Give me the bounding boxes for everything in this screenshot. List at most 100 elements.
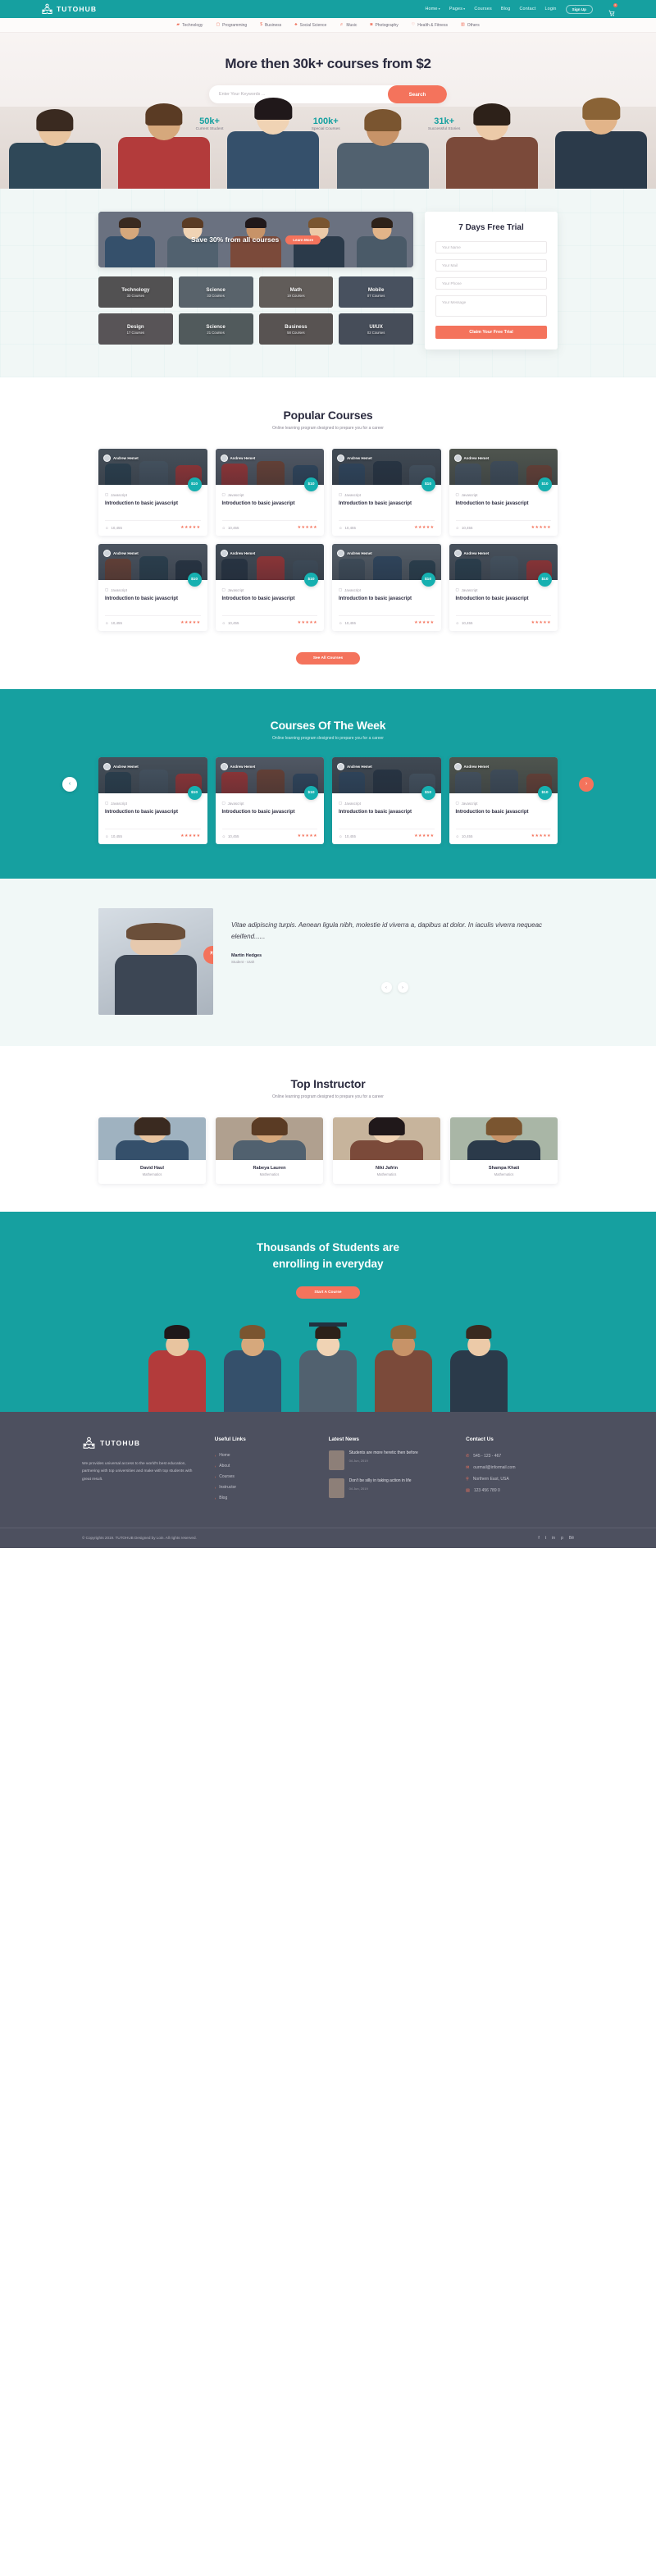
week-courses-grid: Andrew Hemet $10 ▢ Javascript Introductio… bbox=[98, 757, 558, 844]
category-tile[interactable]: Science 21 Courses bbox=[178, 313, 253, 345]
instructors-section: Top Instructor Online learning program d… bbox=[0, 1046, 656, 1212]
category-link-photography[interactable]: ◙ Photography bbox=[370, 23, 398, 28]
chevron-down-icon: ▾ bbox=[438, 7, 440, 11]
cart-count-badge: 0 bbox=[613, 2, 617, 7]
search-button[interactable]: Search bbox=[388, 85, 447, 103]
footer-links-title: Useful Links bbox=[214, 1436, 246, 1442]
category-link-business[interactable]: $ Business bbox=[260, 23, 281, 28]
instructor-card[interactable]: David Haul Mathematics bbox=[98, 1117, 206, 1184]
linkedin-icon[interactable]: in bbox=[552, 1536, 555, 1541]
course-card[interactable]: Andrew Hemet $10 ▢ Javascript Introductio… bbox=[332, 544, 441, 631]
news-thumbnail bbox=[328, 1478, 344, 1498]
instructor-card[interactable]: Shampa Khati Mathematics bbox=[450, 1117, 558, 1184]
instructor-card[interactable]: Rabeya Lauren Mathematics bbox=[216, 1117, 323, 1184]
instructor-card[interactable]: Niki Jafrin Mathematics bbox=[333, 1117, 440, 1184]
start-course-button[interactable]: Start A Course bbox=[296, 1286, 360, 1299]
chevron-right-icon: › bbox=[214, 1496, 216, 1500]
category-tile[interactable]: UI/UX 02 Courses bbox=[339, 313, 413, 345]
learn-more-button[interactable]: Learn More bbox=[285, 235, 321, 244]
footer-link-about[interactable]: › About bbox=[215, 1461, 308, 1472]
mail-field[interactable]: Your Mail bbox=[435, 259, 547, 272]
news-date: 04 Jun, 2019 bbox=[348, 1487, 368, 1491]
testimonial-next-button[interactable]: › bbox=[397, 982, 408, 993]
course-card[interactable]: Andrew Hemet $10 ▢ Javascript Introductio… bbox=[215, 449, 324, 536]
course-rating: ★★★★★ bbox=[297, 834, 317, 838]
course-category-label: Javascript bbox=[344, 587, 361, 592]
music-note-icon: ♬ bbox=[339, 22, 344, 27]
footer-news-item[interactable]: Don't be silly in taking action in life … bbox=[328, 1478, 445, 1498]
course-rating: ★★★★★ bbox=[531, 620, 551, 625]
category-tile[interactable]: Business 58 Courses bbox=[258, 313, 334, 345]
contact-line[interactable]: ▤ 123 456 789 0 bbox=[466, 1485, 574, 1496]
contact-line[interactable]: ✉ ourmail@informail.com bbox=[466, 1462, 574, 1473]
tile-count: 02 Courses bbox=[367, 330, 385, 335]
message-field[interactable]: Your Message bbox=[435, 295, 547, 317]
course-card[interactable]: Andrew Hemet $10 ▢ Javascript Introductio… bbox=[332, 757, 441, 844]
course-card[interactable]: Andrew Hemet $10 ▢ Javascript Introductio… bbox=[215, 544, 324, 631]
course-card[interactable]: Andrew Hemet $10 ▢ Javascript Introductio… bbox=[98, 544, 207, 631]
social-links: f t in p Bē bbox=[538, 1536, 574, 1541]
contact-line[interactable]: ✆ 545 - 123 - 467 bbox=[466, 1450, 574, 1462]
footer-link-courses[interactable]: › Courses bbox=[215, 1472, 308, 1482]
course-category: ▢ Javascript bbox=[222, 492, 318, 497]
course-card[interactable]: Andrew Hemet $10 ▢ Javascript Introductio… bbox=[449, 449, 558, 536]
cart-button[interactable]: 0 bbox=[608, 2, 617, 16]
nav-item-home[interactable]: Home▾ bbox=[425, 7, 440, 11]
chevron-right-icon: › bbox=[402, 984, 403, 990]
nav-item-blog[interactable]: Blog bbox=[501, 7, 511, 11]
category-tile[interactable]: Math 19 Courses bbox=[258, 276, 334, 308]
brand-logo[interactable]: TUTOHUB bbox=[41, 3, 97, 16]
phone-field[interactable]: Your Phone bbox=[435, 277, 547, 290]
see-all-courses-button[interactable]: See All Courses bbox=[296, 652, 360, 665]
course-card[interactable]: Andrew Hemet $10 ▢ Javascript Introductio… bbox=[449, 544, 558, 631]
course-card[interactable]: Andrew Hemet $10 ▢ Javascript Introductio… bbox=[332, 449, 441, 536]
carousel-next-button[interactable]: › bbox=[579, 776, 594, 792]
footer-news-item[interactable]: Students are more heretic then before 04… bbox=[328, 1450, 445, 1470]
category-tile[interactable]: Science 33 Courses bbox=[178, 276, 253, 308]
category-link-technology[interactable]: ▰ Technology bbox=[176, 23, 203, 28]
facebook-icon[interactable]: f bbox=[538, 1536, 539, 1541]
chevron-right-icon: › bbox=[214, 1474, 216, 1479]
signup-button[interactable]: Sign Up bbox=[565, 4, 593, 14]
login-link[interactable]: Login bbox=[544, 7, 556, 11]
students-count: 10,455 bbox=[344, 525, 356, 530]
footer-link-blog[interactable]: › Blog bbox=[215, 1493, 308, 1504]
course-card[interactable]: Andrew Hemet $10 ▢ Javascript Introductio… bbox=[449, 757, 558, 844]
contact-line[interactable]: ⚲ Northern East, USA bbox=[466, 1473, 574, 1485]
behance-icon[interactable]: Bē bbox=[569, 1536, 574, 1541]
category-link-music[interactable]: ♬ Music bbox=[339, 23, 357, 28]
chevron-down-icon: ▾ bbox=[463, 7, 466, 11]
nav-item-pages[interactable]: Pages▾ bbox=[449, 7, 466, 11]
course-card[interactable]: Andrew Hemet $10 ▢ Javascript Introductio… bbox=[215, 757, 324, 844]
nav-item-courses[interactable]: Courses bbox=[474, 7, 491, 11]
course-card[interactable]: Andrew Hemet $10 ▢ Javascript Introductio… bbox=[98, 757, 207, 844]
category-tile[interactable]: Design 17 Courses bbox=[98, 313, 173, 345]
category-tile[interactable]: Mobile 07 Courses bbox=[339, 276, 413, 308]
footer-logo[interactable]: TUTOHUB bbox=[82, 1436, 194, 1450]
testimonial-prev-button[interactable]: ‹ bbox=[380, 982, 392, 993]
search-input[interactable] bbox=[209, 85, 388, 103]
tutor-name: Andrew Hemet bbox=[347, 456, 372, 460]
course-students: ☺ 10,455 bbox=[105, 621, 122, 625]
category-tile[interactable]: Technology 33 Courses bbox=[98, 276, 173, 308]
nav-item-contact[interactable]: Contact bbox=[519, 7, 535, 11]
carousel-prev-button[interactable]: ‹ bbox=[62, 776, 77, 792]
name-field[interactable]: Your Name bbox=[435, 241, 547, 253]
claim-trial-button[interactable]: Claim Your Free Trial bbox=[435, 326, 547, 339]
footer-link-home[interactable]: › Home bbox=[215, 1450, 308, 1461]
pinterest-icon[interactable]: p bbox=[561, 1536, 563, 1541]
instructors-header: Top Instructor Online learning program d… bbox=[0, 1077, 656, 1099]
promo-banner[interactable]: Save 30% from all courses Learn More bbox=[98, 212, 413, 267]
footer-link-instructor[interactable]: › Instructor bbox=[215, 1482, 308, 1493]
category-link-programming[interactable]: ▢ Programming bbox=[216, 23, 247, 28]
course-price-badge: $10 bbox=[421, 573, 435, 587]
twitter-icon[interactable]: t bbox=[545, 1536, 546, 1541]
news-title: Students are more heretic then before bbox=[348, 1450, 418, 1455]
location-pin-icon: ⚲ bbox=[466, 1476, 469, 1482]
category-label: Technology bbox=[182, 22, 203, 28]
course-card[interactable]: Andrew Hemet $10 ▢ Javascript Introductio… bbox=[98, 449, 207, 536]
category-link-social-science[interactable]: ♣ Social Science bbox=[294, 23, 326, 28]
category-link-health-fitness[interactable]: ♡ Health & Fitness bbox=[412, 23, 448, 28]
category-link-others[interactable]: ▥ Others bbox=[461, 23, 480, 28]
course-tutor: Andrew Hemet bbox=[103, 454, 139, 462]
